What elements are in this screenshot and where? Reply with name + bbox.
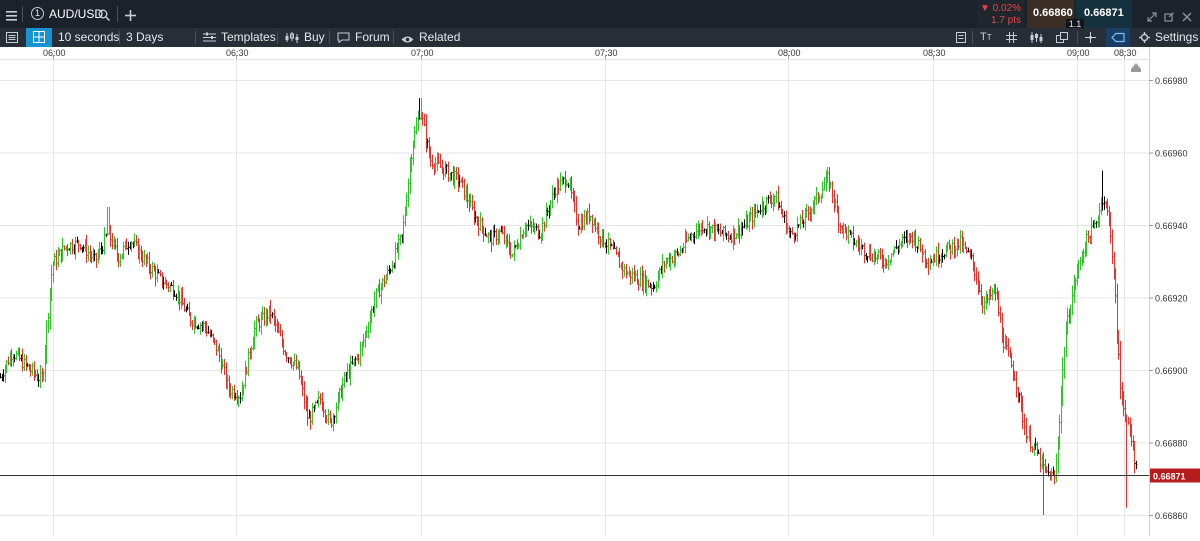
add-tab-icon[interactable] <box>125 8 136 21</box>
price-chart[interactable]: 06:00 06:30 07:00 07:30 08:00 08:30 09:00 08:30… <box>0 47 1200 536</box>
layout-grid-icon[interactable] <box>26 28 52 47</box>
price-tick-label: 0.66960 <box>1155 149 1188 159</box>
change-percent: ▼ 0.02% <box>979 3 1021 14</box>
layers-icon[interactable] <box>1056 32 1068 43</box>
text-tool-icon[interactable]: TT <box>980 31 994 44</box>
notes-icon[interactable] <box>956 32 966 43</box>
instrument-name[interactable]: AUD/USD <box>49 7 103 21</box>
settings-button[interactable]: Settings <box>1155 28 1198 47</box>
price-axis-bg <box>1149 47 1200 536</box>
crosshair-icon[interactable] <box>1085 32 1096 43</box>
close-icon[interactable] <box>1182 9 1192 22</box>
related-link[interactable]: Related <box>419 28 460 47</box>
buy-candles-icon <box>285 32 299 43</box>
panel-toggle-icon[interactable] <box>6 32 18 43</box>
templates-button[interactable]: Templates <box>221 28 276 47</box>
time-tick-label: 06:30 <box>226 48 249 58</box>
related-eye-icon <box>401 33 414 43</box>
time-tick-label: 07:30 <box>595 48 618 58</box>
templates-icon <box>203 32 216 43</box>
change-points: 1.7 pts <box>990 15 1021 26</box>
price-tag-icon[interactable] <box>1106 28 1130 47</box>
price-tick-label: 0.66980 <box>1155 76 1188 86</box>
grid-toggle-icon[interactable] <box>1006 32 1017 43</box>
hamburger-menu-icon[interactable] <box>6 8 17 21</box>
candles <box>0 98 1138 515</box>
change-box: ▼ 0.02% 1.7 pts <box>977 0 1025 28</box>
interval-selector[interactable]: 10 seconds <box>58 28 119 47</box>
grid-lines <box>0 47 1148 536</box>
scroll-marker-icon <box>1131 63 1141 69</box>
forum-link[interactable]: Forum <box>355 28 390 47</box>
time-axis: 06:00 06:30 07:00 07:30 08:00 08:30 09:00 08:30 <box>0 47 1200 60</box>
time-tick-label: 08:00 <box>778 48 801 58</box>
time-tick-label: 08:30 <box>923 48 946 58</box>
settings-gear-icon <box>1139 32 1150 43</box>
time-tick-label: 06:00 <box>43 48 66 58</box>
expand-icon[interactable] <box>1147 9 1157 22</box>
time-tick-label: 08:30 <box>1114 48 1137 58</box>
current-price-label: 0.66871 <box>1153 472 1186 482</box>
price-tick-label: 0.66860 <box>1155 511 1188 521</box>
price-tick-label: 0.66900 <box>1155 366 1188 376</box>
buy-button[interactable]: 0.66871 <box>1076 0 1132 28</box>
price-tick-label: 0.66880 <box>1155 439 1188 449</box>
buy-price: 0.66871 <box>1084 7 1124 19</box>
scroll-marker-base <box>1131 69 1141 72</box>
chart-toolbar: 10 seconds 3 Days Templates Buy Forum Re… <box>0 28 1200 47</box>
chart-type-icon[interactable] <box>1030 32 1043 43</box>
buy-link[interactable]: Buy <box>304 28 325 47</box>
slot-number-badge: 1 <box>31 7 44 20</box>
popout-icon[interactable] <box>1164 9 1174 22</box>
price-tick-label: 0.66920 <box>1155 294 1188 304</box>
time-tick-label: 09:00 <box>1067 48 1090 58</box>
forum-chat-icon <box>337 32 350 44</box>
range-selector[interactable]: 3 Days <box>126 28 163 47</box>
time-tick-label: 07:00 <box>411 48 434 58</box>
chart-area[interactable]: 06:00 06:30 07:00 07:30 08:00 08:30 09:00 08:30… <box>0 47 1200 536</box>
search-icon[interactable] <box>98 8 111 22</box>
sell-price: 0.66860 <box>1033 7 1073 19</box>
top-bar: 1 AUD/USD ▼ 0.02% 1.7 pts 0.66860 0.6687… <box>0 0 1200 29</box>
price-axis: 0.66980 0.66960 0.66940 0.66920 0.66900 0.668… <box>1131 47 1200 536</box>
price-tick-label: 0.66940 <box>1155 221 1188 231</box>
